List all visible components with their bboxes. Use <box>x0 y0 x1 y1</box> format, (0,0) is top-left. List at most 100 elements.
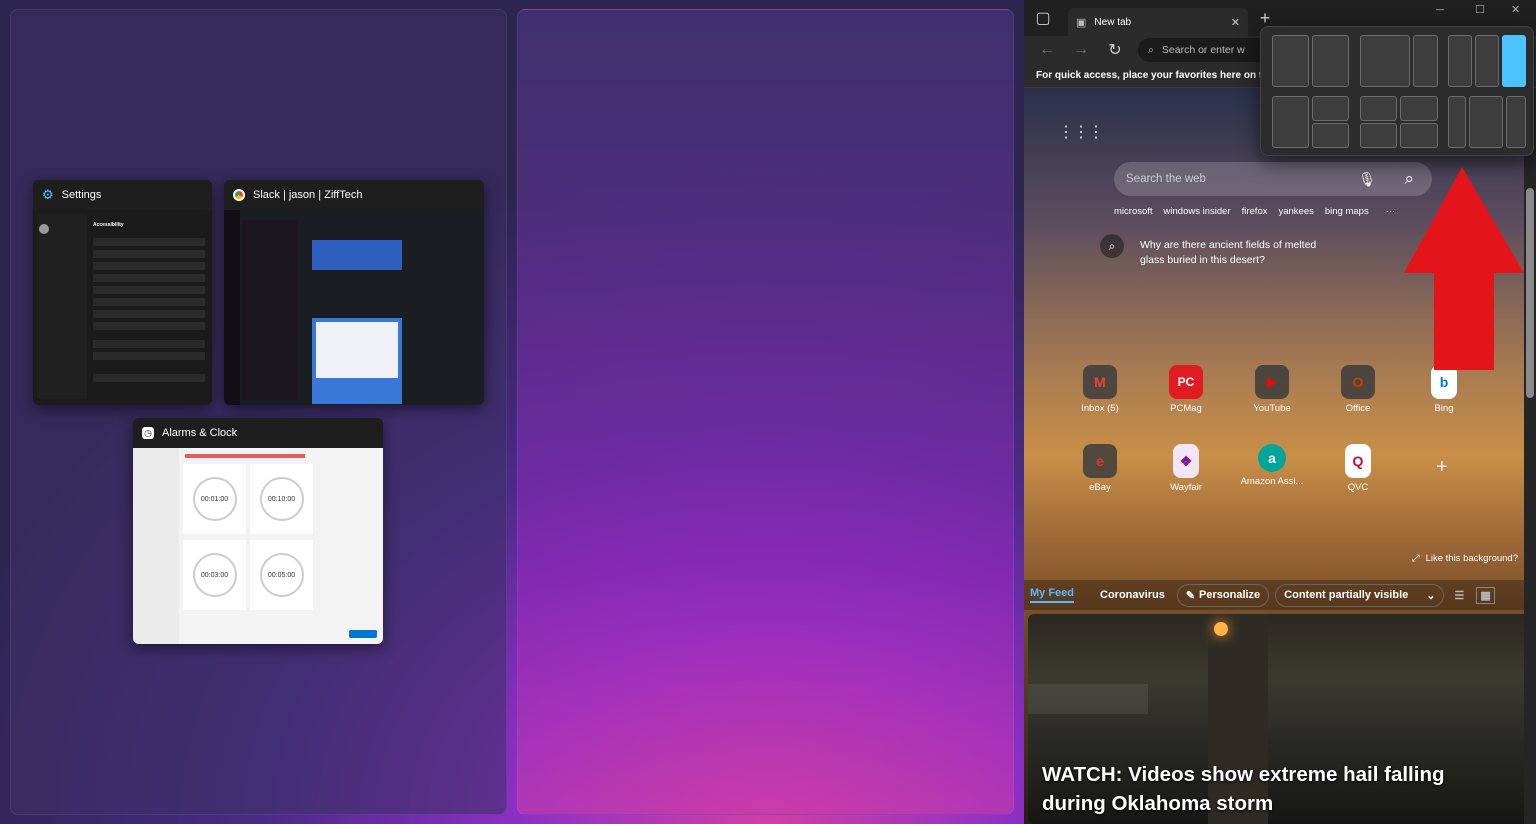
page-icon: ▣ <box>1076 16 1087 29</box>
tab-coronavirus[interactable]: Coronavirus <box>1100 589 1165 601</box>
refresh-icon[interactable]: ↻ <box>1098 36 1132 64</box>
settings-heading: Accessibility <box>93 222 124 228</box>
close-window-icon[interactable]: ✕ <box>1511 3 1520 16</box>
qvc-icon: Q <box>1345 444 1371 478</box>
tile-youtube[interactable]: ▶ YouTube <box>1237 365 1307 414</box>
settings-preview: Accessibility <box>33 210 212 405</box>
personalize-button[interactable]: ✎ Personalize <box>1176 583 1270 607</box>
snap-zone-middle[interactable] <box>517 9 1014 815</box>
clock-icon: ◷ <box>142 427 154 439</box>
pcmag-icon: PC <box>1169 365 1203 399</box>
layout-zone[interactable] <box>1360 35 1410 87</box>
address-placeholder: Search or enter w <box>1161 44 1245 56</box>
tile-label: Amazon Assi... <box>1240 476 1304 487</box>
timer-dial: 00:03:00 <box>192 553 237 597</box>
apps-grid-icon[interactable]: ⋮⋮⋮ <box>1058 122 1104 142</box>
back-arrow-icon[interactable]: ← <box>1030 36 1064 64</box>
snap-zone-left[interactable] <box>10 9 507 815</box>
layout-zone[interactable] <box>1448 96 1466 148</box>
tile-label: eBay <box>1089 482 1111 493</box>
tile-ebay[interactable]: e eBay <box>1065 444 1135 493</box>
tab-my-feed[interactable]: My Feed <box>1030 587 1075 603</box>
layout-zone[interactable] <box>1312 123 1349 148</box>
gmail-icon: M <box>1083 365 1117 399</box>
gear-icon: ⚙ <box>42 187 54 202</box>
tile-label: Inbox (5) <box>1081 403 1119 414</box>
office-icon: O <box>1341 365 1375 399</box>
arrow-shape <box>1404 167 1524 370</box>
trending-suggestions: microsoft windows insider firefox yankee… <box>1114 206 1395 217</box>
search-question-icon: ⌕ <box>1100 234 1124 258</box>
content-visibility-dropdown[interactable]: Content partially visible ⌄ <box>1275 583 1445 607</box>
tile-label: QVC <box>1347 482 1369 493</box>
tab-new-tab[interactable]: ▣ New tab ✕ <box>1068 8 1248 36</box>
layout-zone[interactable] <box>1272 35 1309 87</box>
maximize-icon[interactable]: ☐ <box>1475 3 1485 16</box>
suggestion-link[interactable]: windows insider <box>1164 206 1231 217</box>
light-glow <box>1214 622 1228 636</box>
favorites-hint: For quick access, place your favorites h… <box>1036 70 1286 81</box>
layout-zone[interactable] <box>1448 35 1472 87</box>
alarms-preview: 00:01:00 00:10:00 00:03:00 00:05:00 <box>133 448 383 644</box>
close-tab-icon[interactable]: ✕ <box>1231 16 1240 29</box>
layout-zone[interactable] <box>1506 96 1526 148</box>
window-title-bar: Slack | jason | ZiffTech <box>224 180 484 210</box>
window-title: Slack | jason | ZiffTech <box>253 189 363 201</box>
red-arrow-annotation <box>1404 167 1524 370</box>
amazon-assistant-icon: a <box>1258 444 1286 472</box>
forward-arrow-icon[interactable]: → <box>1064 36 1098 64</box>
tile-pcmag[interactable]: PC PCMag <box>1151 365 1221 414</box>
search-icon: ⌕ <box>1148 43 1154 56</box>
like-background-button[interactable]: ⤢ Like this background? <box>1412 553 1518 564</box>
layout-zone[interactable] <box>1469 96 1503 148</box>
suggestion-link[interactable]: microsoft <box>1114 206 1153 217</box>
snap-assist-alarms-window[interactable]: ◷ Alarms & Clock 00:01:00 00:10:00 00:03… <box>133 418 383 644</box>
tile-inbox[interactable]: M Inbox (5) <box>1065 365 1135 414</box>
layout-zone[interactable] <box>1272 96 1309 148</box>
layout-zone[interactable] <box>1312 35 1349 87</box>
tile-amazon-assistant[interactable]: a Amazon Assi... <box>1237 444 1307 487</box>
expand-icon: ⤢ <box>1411 553 1420 564</box>
youtube-icon: ▶ <box>1255 365 1289 399</box>
news-headline: WATCH: Videos show extreme hail falling … <box>1042 763 1445 815</box>
window-title-bar: ⚙ Settings <box>33 180 212 210</box>
layout-zone[interactable] <box>1400 96 1438 121</box>
add-tile-button[interactable]: + <box>1436 456 1448 479</box>
layout-zone[interactable] <box>1400 123 1438 148</box>
suggestion-link[interactable]: bing maps <box>1325 206 1369 217</box>
layout-zone[interactable] <box>1312 96 1349 121</box>
tile-label: Office <box>1345 403 1371 414</box>
layout-zone[interactable] <box>1413 35 1438 87</box>
tile-office[interactable]: O Office <box>1323 365 1393 414</box>
list-view-icon[interactable]: ☰ <box>1454 589 1464 602</box>
minimize-icon[interactable]: ─ <box>1436 4 1444 16</box>
web-search-box[interactable]: Search the web 🎙 ⌕ <box>1114 162 1432 196</box>
window-title-bar: ◷ Alarms & Clock <box>133 418 383 448</box>
window-title: Settings <box>61 189 102 201</box>
layout-zone[interactable] <box>1360 123 1397 148</box>
layout-zone-highlighted[interactable] <box>1502 35 1526 87</box>
tab-title: New tab <box>1094 16 1132 28</box>
snap-assist-slack-window[interactable]: Slack | jason | ZiffTech <box>224 180 484 405</box>
suggestion-link[interactable]: yankees <box>1278 206 1313 217</box>
grid-view-icon[interactable]: ▦ <box>1476 586 1495 604</box>
tab-actions-icon[interactable]: ▢ <box>1024 4 1062 32</box>
news-card[interactable]: WATCH: Videos show extreme hail falling … <box>1028 614 1532 824</box>
snap-assist-settings-window[interactable]: ⚙ Settings Accessibility <box>33 180 212 405</box>
suggestion-link[interactable]: firefox <box>1242 206 1268 217</box>
layout-zone[interactable] <box>1360 96 1397 121</box>
featured-question[interactable]: Why are there ancient fields of melted g… <box>1140 238 1340 268</box>
tile-qvc[interactable]: Q QVC <box>1323 444 1393 493</box>
wayfair-icon: ❖ <box>1173 444 1199 478</box>
tile-wayfair[interactable]: ❖ Wayfair <box>1151 444 1221 493</box>
layout-zone[interactable] <box>1475 35 1499 87</box>
feed-navigation: My Feed Coronavirus ✎ Personalize Conten… <box>1024 580 1536 610</box>
ebay-icon: e <box>1083 444 1117 478</box>
search-placeholder: Search the web <box>1126 173 1206 185</box>
microphone-icon[interactable]: 🎙 <box>1358 171 1376 188</box>
more-suggestions-button[interactable]: ··· <box>1386 206 1396 217</box>
timer-dial: 00:01:00 <box>192 477 237 521</box>
tile-label: YouTube <box>1253 403 1291 414</box>
timer-dial: 00:10:00 <box>259 477 304 521</box>
content-visibility-label: Content partially visible <box>1284 588 1409 601</box>
